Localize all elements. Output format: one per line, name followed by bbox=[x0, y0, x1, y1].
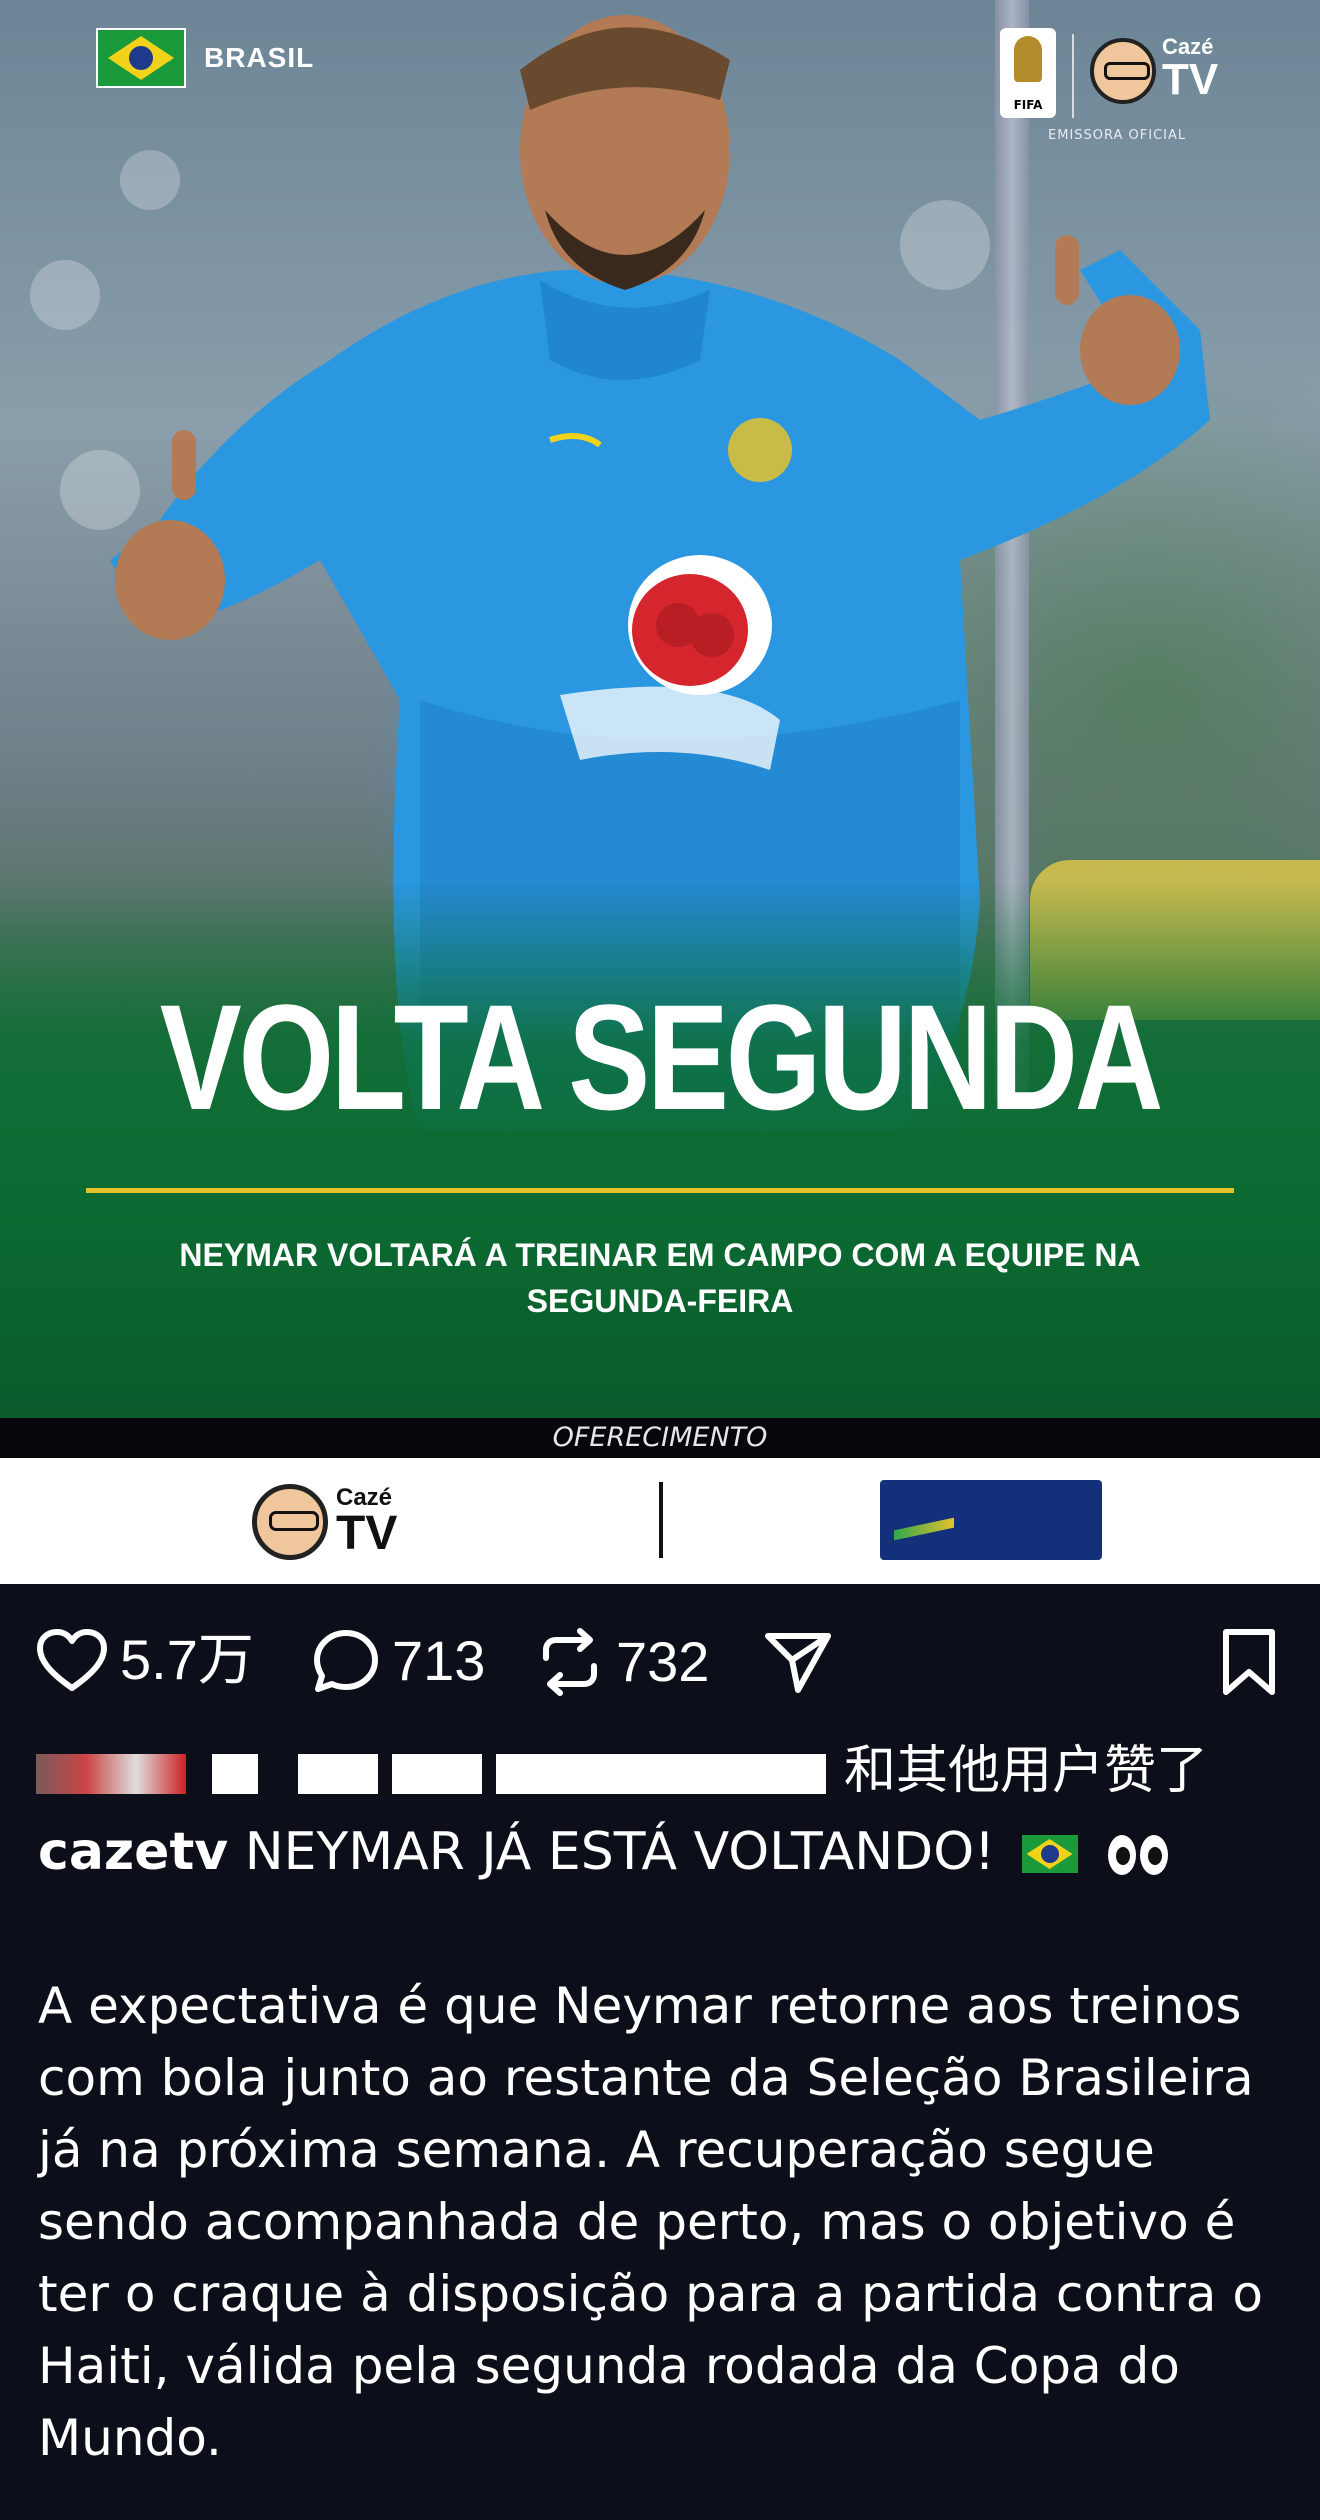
green-gradient-overlay bbox=[0, 880, 1320, 1418]
cazetv-mascot-icon bbox=[252, 1484, 328, 1560]
sponsor-blue-logo bbox=[880, 1480, 1102, 1560]
caption-header: cazetv NEYMAR JÁ ESTÁ VOLTANDO! bbox=[38, 1816, 1298, 1894]
liked-by-avatars bbox=[36, 1754, 186, 1794]
sponsor-cazetv-logo: Cazé TV bbox=[252, 1480, 422, 1564]
liked-by-line[interactable]: 和其他用户赞了 bbox=[36, 1736, 1296, 1806]
sponsor-divider bbox=[659, 1482, 663, 1558]
send-icon bbox=[765, 1633, 831, 1693]
like-button[interactable]: 5.7万 bbox=[36, 1628, 254, 1692]
eyes-emoji-icon bbox=[1108, 1822, 1172, 1894]
broadcaster-label: EMISSORA OFICIAL bbox=[1048, 128, 1187, 143]
repost-count: 732 bbox=[616, 1630, 710, 1693]
logo-divider bbox=[1072, 34, 1074, 118]
brazil-flag-icon bbox=[96, 28, 186, 88]
broadcaster-logos: FIFA Cazé TV EMISSORA OFICIAL bbox=[1000, 28, 1260, 148]
fifa-label: FIFA bbox=[1013, 98, 1043, 112]
share-button[interactable] bbox=[764, 1628, 832, 1694]
fifa-world-cup-logo: FIFA bbox=[1000, 28, 1056, 118]
save-button[interactable] bbox=[1220, 1628, 1278, 1696]
blurred-username bbox=[212, 1754, 258, 1794]
post-image[interactable]: BRASIL FIFA Cazé TV EMISSORA OFICIAL VOL… bbox=[0, 0, 1320, 1418]
trophy-icon bbox=[1014, 36, 1042, 82]
sponsor-caze-big: TV bbox=[336, 1507, 398, 1560]
cazetv-logo: Cazé TV bbox=[1162, 36, 1218, 102]
repost-icon bbox=[543, 1628, 597, 1696]
subheadline: NEYMAR VOLTARÁ A TREINAR EM CAMPO COM A … bbox=[179, 1237, 1141, 1319]
blurred-username bbox=[392, 1754, 482, 1794]
bookmark-icon bbox=[1223, 1629, 1275, 1695]
cazetv-logo-big: TV bbox=[1162, 55, 1219, 104]
action-bar: 5.7万 713 732 bbox=[0, 1584, 1320, 1724]
caption-username[interactable]: cazetv bbox=[38, 1822, 228, 1882]
liked-by-suffix: 和其他用户赞了 bbox=[844, 1741, 1209, 1801]
blurred-username bbox=[496, 1754, 826, 1794]
brazil-flag-emoji-icon bbox=[1021, 1835, 1078, 1873]
sponsor-strip: Cazé TV bbox=[0, 1458, 1320, 1584]
comment-icon bbox=[314, 1630, 378, 1692]
headline: VOLTA SEGUNDA bbox=[159, 973, 1164, 1141]
blurred-username bbox=[298, 1754, 378, 1794]
caption-title: NEYMAR JÁ ESTÁ VOLTANDO! bbox=[244, 1822, 995, 1882]
heart-icon bbox=[37, 1629, 107, 1691]
gold-divider bbox=[86, 1188, 1234, 1193]
cazetv-mascot-icon bbox=[1090, 38, 1156, 104]
comment-button[interactable]: 713 bbox=[312, 1628, 485, 1694]
sponsor-label: OFERECIMENTO bbox=[0, 1418, 1320, 1458]
caption-body: A expectativa é que Neymar retorne aos t… bbox=[38, 1977, 1263, 2467]
repost-button[interactable]: 732 bbox=[536, 1628, 709, 1696]
like-count: 5.7万 bbox=[120, 1628, 254, 1691]
comment-count: 713 bbox=[392, 1629, 486, 1692]
country-label: BRASIL bbox=[204, 42, 315, 73]
country-badge: BRASIL bbox=[96, 28, 314, 88]
